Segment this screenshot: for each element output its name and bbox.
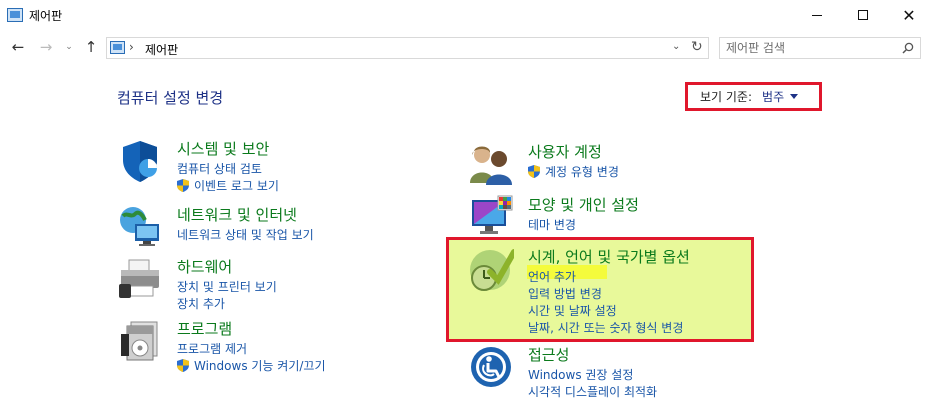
link-label: 시간 및 날짜 설정 <box>528 304 617 318</box>
recent-locations-button[interactable]: ⌄ <box>62 37 76 57</box>
link-view-event-logs[interactable]: 이벤트 로그 보기 <box>177 177 279 194</box>
minimize-icon <box>812 14 822 16</box>
breadcrumb-separator-icon[interactable]: › <box>129 40 134 54</box>
link-label: 네트워크 상태 및 작업 보기 <box>177 228 314 242</box>
page-title: 컴퓨터 설정 변경 <box>117 89 224 107</box>
link-label: 계정 유형 변경 <box>545 165 619 179</box>
control-panel-location-icon <box>110 41 125 54</box>
link-recommended-settings[interactable]: Windows 권장 설정 <box>528 366 657 383</box>
category-title[interactable]: 접근성 <box>528 344 569 365</box>
search-icon[interactable] <box>902 42 914 54</box>
uac-shield-icon <box>177 359 189 372</box>
category-hardware: 하드웨어 장치 및 프린터 보기 장치 추가 <box>117 256 417 316</box>
link-set-time-date[interactable]: 시간 및 날짜 설정 <box>528 302 683 319</box>
category-user-accounts: 사용자 계정 계정 유형 변경 <box>468 141 768 186</box>
category-clock-language-region: 시계, 언어 및 국가별 옵션 언어 추가 입력 방법 변경 시간 및 날짜 설… <box>468 246 758 338</box>
link-label: 입력 방법 변경 <box>528 287 602 301</box>
category-title[interactable]: 모양 및 개인 설정 <box>528 194 639 215</box>
title-bar: 제어판 ✕ <box>0 0 932 30</box>
link-review-computer-status[interactable]: 컴퓨터 상태 검토 <box>177 160 279 177</box>
up-arrow-icon: ↑ <box>84 38 98 56</box>
link-label: 컴퓨터 상태 검토 <box>177 162 262 176</box>
forward-arrow-icon: → <box>39 38 53 56</box>
link-add-language[interactable]: 언어 추가 <box>528 268 683 285</box>
search-box[interactable] <box>719 37 921 59</box>
maximize-icon <box>858 10 868 20</box>
refresh-icon[interactable]: ↻ <box>691 39 703 55</box>
link-label: Windows 기능 켜기/끄기 <box>194 359 326 373</box>
back-button[interactable]: ← <box>7 37 29 57</box>
link-label: 이벤트 로그 보기 <box>194 179 279 193</box>
control-panel-icon <box>7 8 23 22</box>
display-icon[interactable] <box>468 194 514 240</box>
link-label: Windows 권장 설정 <box>528 368 634 382</box>
link-label: 장치 및 프린터 보기 <box>177 280 277 294</box>
network-icon[interactable] <box>117 204 163 250</box>
view-by-label: 보기 기준: <box>700 90 753 104</box>
category-title[interactable]: 하드웨어 <box>177 256 232 277</box>
category-title[interactable]: 네트워크 및 인터넷 <box>177 204 297 225</box>
search-input[interactable] <box>726 40 896 56</box>
link-view-network-status[interactable]: 네트워크 상태 및 작업 보기 <box>177 226 314 243</box>
navigation-bar: ← → ⌄ ↑ › 제어판 ⌄ ↻ <box>0 33 932 63</box>
up-button[interactable]: ↑ <box>80 37 102 57</box>
address-bar[interactable]: › 제어판 ⌄ ↻ <box>106 37 709 59</box>
close-icon: ✕ <box>902 5 916 25</box>
dropdown-caret-icon[interactable] <box>790 94 799 99</box>
category-system-security: 시스템 및 보안 컴퓨터 상태 검토 이벤트 로그 보기 <box>117 138 417 198</box>
breadcrumb-control-panel[interactable]: 제어판 <box>145 41 178 58</box>
uac-shield-icon <box>528 165 540 178</box>
link-label: 언어 추가 <box>528 270 576 284</box>
maximize-button[interactable] <box>840 0 886 30</box>
link-label: 날짜, 시간 또는 숫자 형식 변경 <box>528 321 684 335</box>
category-title[interactable]: 프로그램 <box>177 318 232 339</box>
accessibility-icon[interactable] <box>468 344 514 390</box>
window-title: 제어판 <box>29 9 63 23</box>
minimize-button[interactable] <box>794 0 840 30</box>
category-appearance-personalization: 모양 및 개인 설정 테마 변경 <box>468 194 768 239</box>
shield-icon[interactable] <box>117 138 163 184</box>
link-label: 프로그램 제거 <box>177 342 248 356</box>
link-label: 테마 변경 <box>528 218 576 232</box>
programs-icon[interactable] <box>117 318 163 364</box>
address-dropdown-icon[interactable]: ⌄ <box>672 41 680 52</box>
link-change-theme[interactable]: 테마 변경 <box>528 216 576 233</box>
printer-icon[interactable] <box>117 256 163 302</box>
view-by-control[interactable]: 보기 기준: 범주 <box>685 82 822 111</box>
link-view-devices-printers[interactable]: 장치 및 프린터 보기 <box>177 278 277 295</box>
link-windows-features[interactable]: Windows 기능 켜기/끄기 <box>177 357 325 374</box>
category-ease-of-access: 접근성 Windows 권장 설정 시각적 디스플레이 최적화 <box>468 344 768 404</box>
link-label: 장치 추가 <box>177 297 225 311</box>
link-add-device[interactable]: 장치 추가 <box>177 295 277 312</box>
category-network-internet: 네트워크 및 인터넷 네트워크 상태 및 작업 보기 <box>117 204 417 254</box>
link-uninstall-program[interactable]: 프로그램 제거 <box>177 340 325 357</box>
forward-button[interactable]: → <box>35 37 57 57</box>
back-arrow-icon: ← <box>11 38 25 56</box>
link-change-input-method[interactable]: 입력 방법 변경 <box>528 285 683 302</box>
users-icon[interactable] <box>468 141 514 187</box>
category-programs: 프로그램 프로그램 제거 Windows 기능 켜기/끄기 <box>117 318 417 378</box>
category-title[interactable]: 시스템 및 보안 <box>177 138 269 159</box>
link-label: 시각적 디스플레이 최적화 <box>528 385 658 399</box>
view-by-value[interactable]: 범주 <box>762 88 784 105</box>
link-change-date-time-number-format[interactable]: 날짜, 시간 또는 숫자 형식 변경 <box>528 319 683 336</box>
link-optimize-visual-display[interactable]: 시각적 디스플레이 최적화 <box>528 383 657 400</box>
category-title[interactable]: 사용자 계정 <box>528 141 602 162</box>
clock-globe-icon[interactable] <box>468 246 514 292</box>
chevron-down-icon: ⌄ <box>65 42 73 52</box>
category-title[interactable]: 시계, 언어 및 국가별 옵션 <box>528 246 690 267</box>
link-change-account-type[interactable]: 계정 유형 변경 <box>528 163 619 180</box>
uac-shield-icon <box>177 179 189 192</box>
close-button[interactable]: ✕ <box>886 0 932 30</box>
